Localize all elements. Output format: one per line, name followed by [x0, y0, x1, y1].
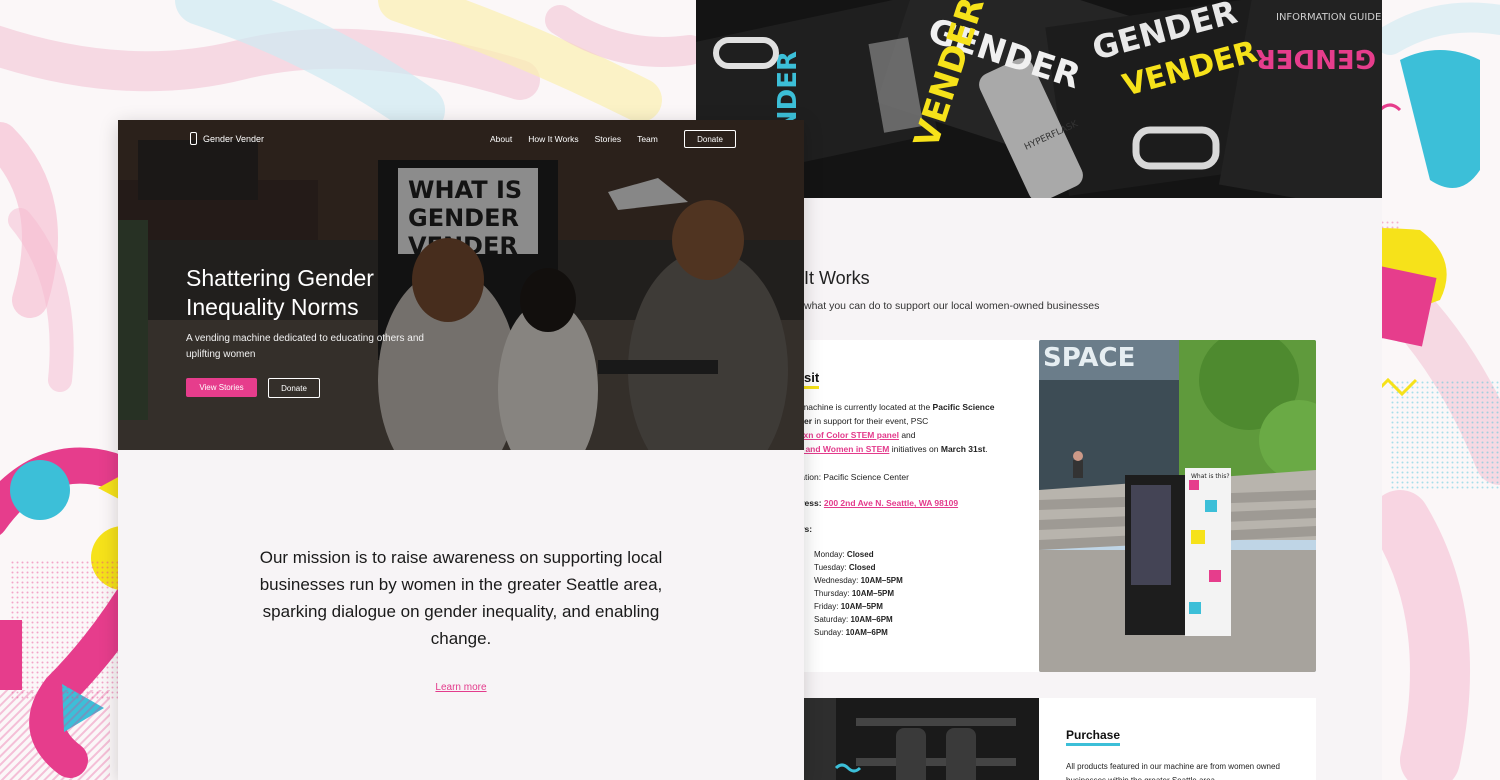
hours-row: Thursday: 10AM–5PM: [814, 587, 903, 600]
visit-line-1-text: r machine is currently located at the: [796, 402, 933, 412]
purchase-photo-art: [796, 698, 1039, 780]
hours-day: Saturday:: [814, 615, 849, 624]
hours-row: Tuesday: Closed: [814, 561, 903, 574]
hours-day: Tuesday:: [814, 563, 847, 572]
machine-label: What is this?: [1191, 473, 1230, 480]
visit-date: March 31st: [940, 444, 986, 454]
how-it-works-title: It Works: [804, 268, 870, 288]
view-stories-button[interactable]: View Stories: [186, 378, 257, 397]
visit-line-1-bold: Pacific Science: [932, 402, 995, 412]
merch-word: INFORMATION GUIDE: [1276, 12, 1381, 23]
hero-subtitle: A vending machine dedicated to educating…: [186, 333, 424, 360]
vending-machine-photo-art: SPACE What is this?: [1039, 340, 1316, 672]
hours-day: Monday:: [814, 550, 845, 559]
how-it-works-subtitle: what you can do to support our local wom…: [804, 300, 1100, 312]
space-sign: SPACE: [1043, 343, 1135, 373]
purchase-photo: [796, 698, 1039, 780]
location-value: : Pacific Science Center: [818, 472, 909, 482]
brand-name: Gender Vender: [203, 133, 265, 144]
merch-word: GENDER: [1256, 43, 1376, 73]
hours-row: Sunday: 10AM–6PM: [814, 626, 903, 639]
hours-row: Wednesday: 10AM–5PM: [814, 574, 903, 587]
hours-row: Saturday: 10AM–6PM: [814, 613, 903, 626]
stem-panel-link[interactable]: mxn of Color STEM panel: [796, 430, 899, 440]
women-in-stem-link[interactable]: ls and Women in STEM: [796, 444, 889, 454]
hours-time: 10AM–5PM: [860, 576, 903, 585]
hours-time: 10AM–5PM: [851, 589, 895, 598]
hours-day: Friday:: [814, 602, 839, 611]
vending-machine-photo: SPACE What is this?: [1039, 340, 1316, 672]
hours-time: Closed: [848, 563, 876, 572]
visit-line-2-text: in support for their event, PSC: [812, 416, 929, 426]
nav-donate-button[interactable]: Donate: [684, 130, 736, 148]
nav-item-about[interactable]: About: [490, 134, 512, 144]
address-row: dress: 200 2nd Ave N. Seattle, WA 98109: [796, 498, 959, 508]
hours-row: Friday: 10AM–5PM: [814, 600, 903, 613]
location-row: cation: Pacific Science Center: [796, 470, 909, 484]
visit-heading: sit: [804, 370, 820, 389]
purchase-text: All products featured in our machine are…: [1066, 762, 1280, 780]
visit-line-4: ls and Women in STEM initiatives on Marc…: [796, 442, 988, 456]
nav-links: About How It Works Stories Team: [490, 134, 658, 144]
visit-line-2: nter in support for their event, PSC: [796, 414, 928, 428]
nav-item-stories[interactable]: Stories: [595, 134, 621, 144]
vending-machine-icon: [190, 132, 197, 145]
purchase-card: Purchase All products featured in our ma…: [796, 698, 1316, 780]
top-nav: Gender Vender About How It Works Stories…: [118, 120, 804, 160]
learn-more-link[interactable]: Learn more: [418, 682, 504, 693]
hours-list: Monday: Closed Tuesday: Closed Wednesday…: [814, 548, 903, 639]
home-page: WHAT IS GENDER VENDER Gender Vender Abou…: [118, 120, 804, 780]
visit-line-3: mxn of Color STEM panel and: [796, 428, 916, 442]
mission-statement: Our mission is to raise awareness on sup…: [259, 548, 663, 648]
nav-item-team[interactable]: Team: [637, 134, 658, 144]
address-link[interactable]: 200 2nd Ave N. Seattle, WA 98109: [824, 498, 958, 508]
visit-line-1: r machine is currently located at the Pa…: [796, 400, 994, 414]
hours-day: Sunday:: [814, 628, 844, 637]
visit-line-4-end: .: [985, 444, 988, 454]
hero-section: WHAT IS GENDER VENDER Gender Vender Abou…: [118, 120, 804, 450]
hero-title: Shattering Gender Inequality Norms: [186, 265, 374, 320]
visit-line-3-text: and: [898, 430, 916, 440]
hours-row: Monday: Closed: [814, 548, 903, 561]
hero-donate-button[interactable]: Donate: [268, 378, 320, 398]
hours-time: 10AM–6PM: [850, 615, 893, 624]
hours-day: Wednesday:: [814, 576, 859, 585]
hours-day: Thursday:: [814, 589, 850, 598]
hours-time: 10AM–5PM: [840, 602, 883, 611]
purchase-heading: Purchase: [1066, 728, 1121, 746]
nav-item-how-it-works[interactable]: How It Works: [528, 134, 578, 144]
hours-time: Closed: [846, 550, 874, 559]
visit-line-4-text: initiatives on: [889, 444, 941, 454]
brand-logo[interactable]: Gender Vender: [190, 132, 264, 145]
visit-card: sit r machine is currently located at th…: [796, 340, 1316, 672]
hours-time: 10AM–6PM: [845, 628, 888, 637]
